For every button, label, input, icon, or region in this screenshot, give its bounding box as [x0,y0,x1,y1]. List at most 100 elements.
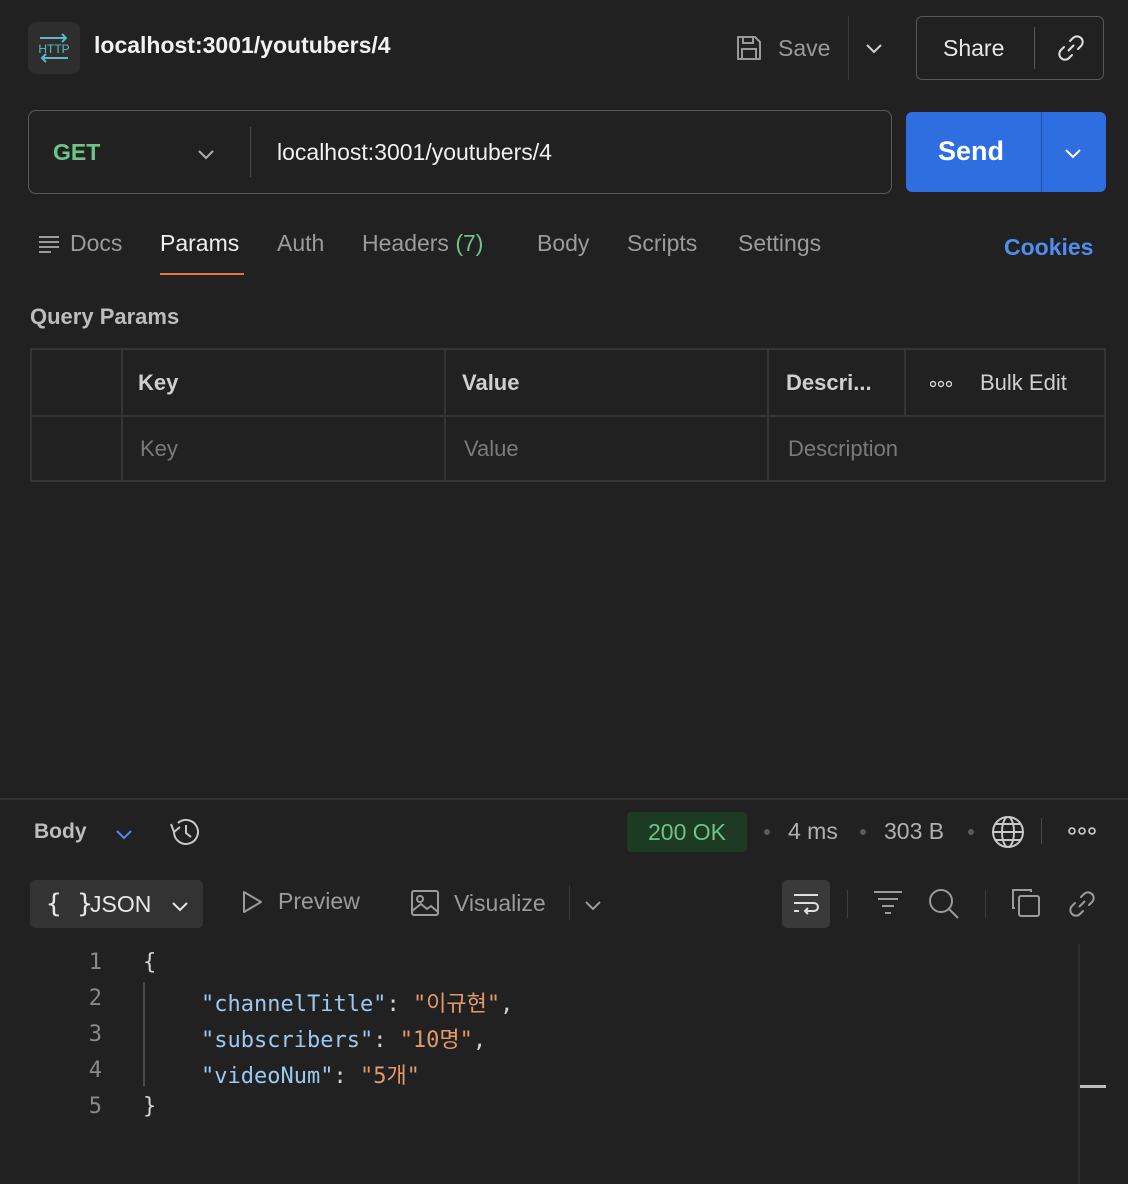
code-line: } [143,1094,157,1119]
line-number: 4 [88,1058,102,1083]
status-badge[interactable]: 200 OK [627,812,747,852]
share-button-group: Share [916,16,1104,80]
format-select-json[interactable]: { } JSON [30,880,203,928]
headers-count-badge: (7) [455,230,484,256]
key-column-header: Key [138,370,179,395]
response-more-options-icon[interactable] [1068,826,1096,836]
bulk-edit-button[interactable]: Bulk Edit [980,370,1067,396]
cookies-link[interactable]: Cookies [1004,234,1093,261]
braces-icon: { } [46,889,93,919]
preview-label: Preview [278,888,360,914]
save-icon [737,36,761,60]
history-icon[interactable] [168,816,202,848]
http-request-icon: HTTP [28,22,80,74]
active-tab-indicator [160,273,244,275]
visualize-label: Visualize [454,889,546,916]
response-size[interactable]: 303 B [884,818,944,845]
method-chevron-down-icon[interactable] [195,143,217,165]
svg-text:HTTP: HTTP [38,42,69,56]
value-input[interactable]: Value [464,436,519,462]
line-number: 1 [88,950,102,975]
save-divider [848,16,849,80]
send-button-group: Send [906,112,1106,192]
meta-bullet [860,829,866,835]
tab-scripts[interactable]: Scripts [627,230,697,257]
code-line: "channelTitle": "이규현", [201,992,514,1017]
share-divider [1034,27,1035,69]
json-string: "10명" [399,1028,473,1053]
toolbar-divider [847,890,848,918]
json-string: "이규현" [412,992,501,1017]
globe-icon[interactable] [990,814,1026,850]
response-time[interactable]: 4 ms [788,818,838,845]
description-column-header: Descri... [786,370,872,395]
response-body-chevron-down-icon[interactable] [114,824,134,844]
query-params-title: Query Params [30,304,180,329]
line-number: 2 [88,986,102,1011]
save-options-chevron-down-icon[interactable] [862,36,886,60]
code-line: "subscribers": "10명", [201,1028,487,1053]
wrap-lines-icon [794,894,819,915]
visualize-divider [569,886,570,920]
tab-headers[interactable]: Headers (7) [362,230,483,257]
more-options-icon[interactable] [930,380,952,388]
send-divider [1041,112,1042,192]
url-divider [250,127,251,177]
query-params-table: Key Value Descri... Bulk Edit Key Value … [30,348,1106,482]
http-arrows-icon: HTTP [38,33,70,63]
docs-lines-icon [39,235,59,253]
meta-divider [1041,818,1042,844]
http-method-select[interactable]: GET [53,139,100,166]
image-icon [411,890,439,916]
send-options-chevron-down-icon[interactable] [1062,142,1084,164]
json-key: "subscribers" [201,1028,374,1053]
minimap-cursor [1080,1085,1106,1088]
json-comma: , [500,992,514,1017]
tab-settings[interactable]: Settings [738,230,821,257]
editor-scrollbar[interactable] [1078,944,1080,1184]
wrap-lines-button[interactable] [782,880,830,928]
meta-bullet [764,829,770,835]
preview-button[interactable]: Preview [240,888,360,915]
save-label: Save [778,34,831,61]
value-column-header: Value [462,370,520,395]
visualize-button[interactable]: Visualize [410,888,546,918]
response-body-select[interactable]: Body [34,820,87,844]
indent-guide [143,982,145,1086]
json-key: "videoNum" [201,1064,334,1089]
toolbar-divider [985,890,986,918]
tab-docs-label: Docs [70,230,123,256]
code-line: { [143,950,157,975]
share-button[interactable]: Share [943,35,1004,62]
response-pane-divider[interactable] [0,798,1128,800]
header-row-divider [32,415,1104,417]
key-input[interactable]: Key [140,436,178,462]
url-input[interactable] [277,137,867,167]
json-comma: , [472,1028,487,1053]
visualize-chevron-down-icon[interactable] [582,894,604,916]
request-title[interactable]: localhost:3001/youtubers/4 [94,32,391,59]
tab-params[interactable]: Params [160,230,239,257]
meta-bullet [968,829,974,835]
filter-icon[interactable] [872,886,904,920]
tab-headers-label: Headers [362,230,449,256]
format-chevron-down-icon [170,896,190,916]
description-input[interactable]: Description [788,436,898,462]
tab-auth[interactable]: Auth [277,230,324,257]
json-key: "channelTitle" [201,992,387,1017]
line-number: 3 [88,1022,102,1047]
tab-body[interactable]: Body [537,230,589,257]
copy-link-icon[interactable] [1055,32,1087,64]
code-line: "videoNum": "5개" [201,1064,420,1089]
play-icon [243,890,262,913]
format-label: JSON [90,891,152,917]
search-icon[interactable] [926,886,962,920]
line-number: 5 [88,1094,102,1119]
send-button[interactable]: Send [938,136,1004,167]
save-button[interactable]: Save [734,28,830,68]
copy-icon[interactable] [1010,886,1042,920]
link-icon[interactable] [1066,886,1098,920]
tab-docs[interactable]: Docs [38,230,122,257]
json-string: "5개" [359,1064,420,1089]
request-url-bar: GET [28,110,892,194]
